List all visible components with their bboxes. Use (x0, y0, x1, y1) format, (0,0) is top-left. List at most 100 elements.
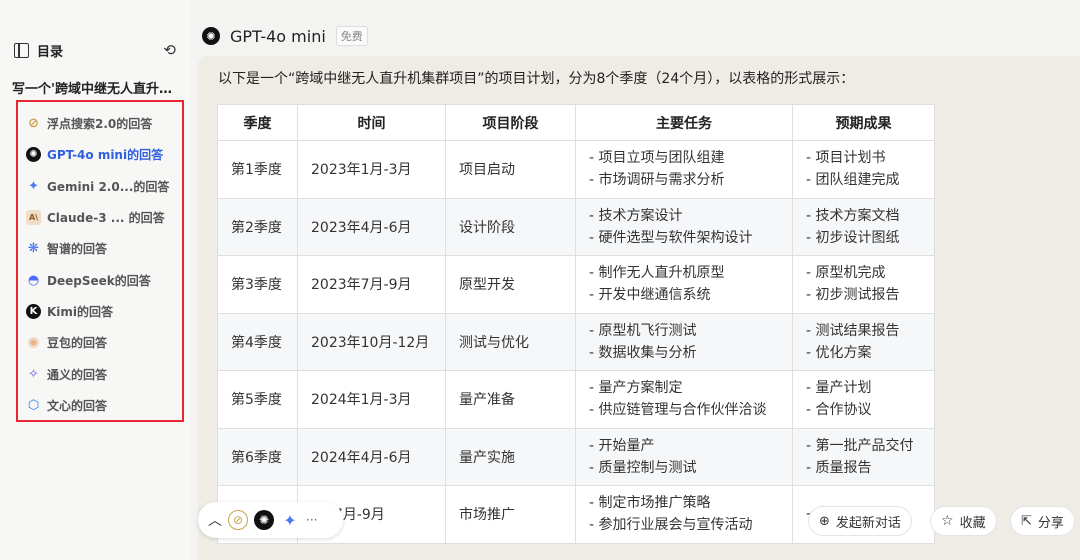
cell-tasks: - 量产方案制定 - 供应链管理与合作伙伴洽谈 (575, 370, 793, 429)
cell-tasks: - 开始量产 - 质量控制与测试 (575, 427, 793, 486)
cell-results: - 量产计划 - 合作协议 (792, 370, 935, 429)
header-results: 预期成果 (792, 104, 935, 141)
cell-tasks: - 项目立项与团队组建 - 市场调研与需求分析 (575, 140, 793, 199)
sidebar-answer-item[interactable]: K Kimi的回答 (18, 296, 182, 327)
table-row: 第1季度 2023年1月-3月 项目启动 - 项目立项与团队组建 - 市场调研与需求分析… (217, 140, 935, 199)
task-line: - 制定市场推广策略 (589, 495, 711, 512)
sidebar-answer-label: DeepSeek的回答 (47, 273, 151, 288)
task-line: - 原型机飞行测试 (589, 322, 697, 339)
cell-tasks: - 制作无人直升机原型 - 开发中继通信系统 (575, 255, 793, 314)
share-icon: ⇱ (1021, 513, 1032, 529)
task-line: - 开发中继通信系统 (589, 287, 711, 304)
share-label: 分享 (1037, 515, 1064, 531)
result-line: - 优化方案 (806, 344, 872, 361)
tongyi-logo-icon: ✧ (28, 366, 39, 382)
cell-phase: 项目启动 (445, 140, 576, 199)
table-body: 第1季度 2023年1月-3月 项目启动 - 项目立项与团队组建 - 市场调研与需求分析… (217, 140, 935, 544)
task-line: - 数据收集与分析 (589, 344, 697, 361)
sidebar-answer-label: 智谱的回答 (47, 242, 108, 257)
more-icon[interactable]: ··· (306, 513, 317, 527)
result-line: - 合作协议 (806, 402, 872, 419)
answer-intro: 以下是一个“跨域中继无人直升机集群项目”的项目计划，分为8个季度（24个月），以… (218, 71, 855, 87)
task-line: - 项目立项与团队组建 (589, 150, 725, 167)
gpt-logo-icon: ✺ (26, 147, 41, 163)
result-line: - 团队组建完成 (806, 172, 900, 189)
model-switcher-bar: ︿ ⊘ ✺ ✦ ··· (198, 502, 343, 538)
task-line: - 硬件选型与软件架构设计 (589, 229, 753, 246)
header-quarter: 季度 (217, 104, 298, 141)
table-row: 第4季度 2023年10月-12月 测试与优化 - 原型机飞行测试 - 数据收集与分析 -… (217, 312, 935, 371)
answers-list: ⊘ 浮点搜索2.0的回答 ✺ GPT-4o mini的回答 ✦ Gemini 2.0...… (16, 100, 184, 422)
sidebar-answer-item[interactable]: A\ Claude-3 ... 的回答 (18, 202, 182, 233)
task-line: - 质量控制与测试 (589, 459, 697, 476)
cell-phase: 市场推广 (445, 485, 576, 544)
sidebar-answer-label: Kimi的回答 (47, 304, 114, 319)
result-line: - 质量报告 (806, 459, 872, 476)
share-button[interactable]: ⇱ 分享 (1010, 506, 1075, 536)
history-icon[interactable]: ⟲ (163, 41, 176, 59)
table-header-row: 季度 时间 项目阶段 主要任务 预期成果 (217, 104, 935, 141)
sidebar-answer-label: 文心的回答 (47, 398, 108, 413)
favorite-button[interactable]: ☆ 收藏 (930, 506, 997, 536)
table-row: 第2季度 2023年4月-6月 设计阶段 - 技术方案设计 - 硬件选型与软件架构设计 -… (217, 197, 935, 256)
cell-time: 2024年1月-3月 (297, 370, 446, 429)
toc-header: 目录 ⟲ (14, 40, 176, 60)
gemini-logo-icon: ✦ (28, 178, 39, 194)
cell-quarter: 第3季度 (217, 255, 298, 314)
result-line: - 第一批产品交付 (806, 437, 914, 454)
header-tasks: 主要任务 (575, 104, 793, 141)
cell-quarter: 第2季度 (217, 197, 298, 256)
fudian-logo-icon: ⊘ (28, 116, 39, 132)
result-line: - 量产计划 (806, 380, 872, 397)
cell-phase: 量产实施 (445, 427, 576, 486)
sidebar-answer-item[interactable]: ⬡ 文心的回答 (18, 390, 182, 421)
result-line: - 项目计划书 (806, 150, 886, 167)
sidebar-answer-item[interactable]: ✦ Gemini 2.0...的回答 (18, 171, 182, 202)
sidebar-answer-item[interactable]: ◉ 豆包的回答 (18, 327, 182, 358)
sidebar-answer-label: 通义的回答 (47, 367, 108, 382)
sidebar-answer-item[interactable]: ◓ DeepSeek的回答 (18, 264, 182, 295)
cell-phase: 原型开发 (445, 255, 576, 314)
gpt-logo-icon[interactable]: ✺ (254, 510, 274, 530)
sidebar-answer-item[interactable]: ❋ 智谱的回答 (18, 233, 182, 264)
cell-quarter: 第4季度 (217, 312, 298, 371)
model-name: GPT-4o mini (230, 26, 326, 46)
favorite-label: 收藏 (959, 515, 986, 531)
free-badge: 免费 (335, 26, 368, 46)
cell-results: - 测试结果报告 - 优化方案 (792, 312, 935, 371)
zhipu-logo-icon: ❋ (28, 241, 39, 257)
sidebar-answer-label: Claude-3 ... 的回答 (47, 211, 165, 226)
new-chat-button[interactable]: ⊕ 发起新对话 (808, 506, 912, 536)
cell-tasks: - 技术方案设计 - 硬件选型与软件架构设计 (575, 197, 793, 256)
table-row: 第5季度 2024年1月-3月 量产准备 - 量产方案制定 - 供应链管理与合作伙伴洽谈… (217, 370, 935, 429)
cell-tasks: - 制定市场推广策略 - 参加行业展会与宣传活动 (575, 485, 793, 544)
cell-phase: 测试与优化 (445, 312, 576, 371)
project-plan-table: 季度 时间 项目阶段 主要任务 预期成果 第1季度 2023年1月-3月 项目启动 -… (217, 104, 935, 544)
task-line: - 参加行业展会与宣传活动 (589, 517, 753, 534)
cell-time: 2023年7月-9月 (297, 255, 446, 314)
chevron-up-icon[interactable]: ︿ (208, 510, 222, 530)
sidebar-answer-item[interactable]: ✧ 通义的回答 (18, 358, 182, 389)
sidebar-answer-label: Gemini 2.0...的回答 (47, 179, 170, 194)
sidebar-toggle-icon[interactable] (14, 42, 29, 58)
cell-results: - 技术方案文档 - 初步设计图纸 (792, 197, 935, 256)
new-chat-label: 发起新对话 (835, 515, 901, 531)
sidebar: 目录 ⟲ 写一个'跨域中继无人直升机集群项目'的项目计划 ⊘ 浮点搜索2.0的回答… (0, 0, 190, 560)
sidebar-answer-label: GPT-4o mini的回答 (47, 148, 164, 163)
fudian-logo-icon[interactable]: ⊘ (228, 510, 248, 530)
wenxin-logo-icon: ⬡ (27, 397, 40, 413)
new-chat-icon: ⊕ (819, 513, 830, 529)
gemini-logo-icon[interactable]: ✦ (280, 510, 300, 530)
cell-time: 2023年1月-3月 (297, 140, 446, 199)
sidebar-answer-item[interactable]: ✺ GPT-4o mini的回答 (18, 139, 182, 170)
toc-title: 目录 (37, 44, 64, 60)
header-time: 时间 (297, 104, 446, 141)
result-line: - 原型机完成 (806, 265, 886, 282)
sidebar-answer-item[interactable]: ⊘ 浮点搜索2.0的回答 (18, 108, 182, 139)
conversation-title[interactable]: 写一个'跨域中继无人直升机集群项目'的项目计划 (12, 78, 182, 97)
answer-card: 以下是一个“跨域中继无人直升机集群项目”的项目计划，分为8个季度（24个月），以… (198, 56, 1080, 560)
result-line: - 技术方案文档 (806, 207, 900, 224)
cell-time: 2023年10月-12月 (297, 312, 446, 371)
cell-phase: 设计阶段 (445, 197, 576, 256)
result-line: - 初步设计图纸 (806, 229, 900, 246)
